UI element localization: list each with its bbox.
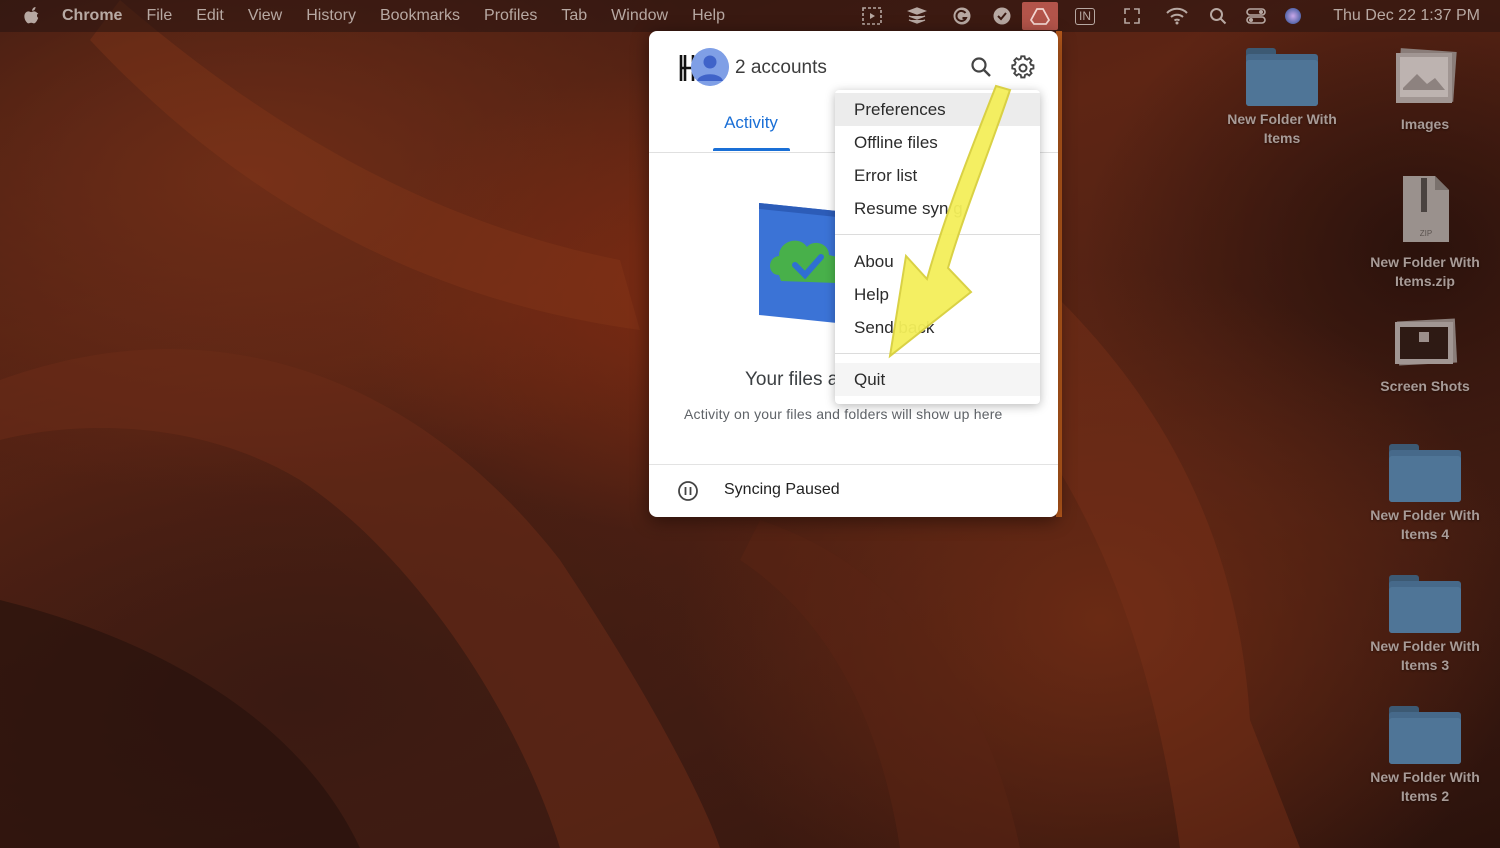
screenshots-stack-icon xyxy=(1395,318,1458,366)
desktop-folder-new-folder-with-items-4[interactable]: New Folder With Items 4 xyxy=(1360,444,1490,544)
desktop-zip-new-folder-with-items[interactable]: ZIP New Folder With Items.zip xyxy=(1360,174,1490,291)
menu-bar: Chrome File Edit View History Bookmarks … xyxy=(0,0,1500,32)
expand-icon[interactable] xyxy=(1120,0,1144,32)
tab-activity-indicator xyxy=(713,148,790,151)
input-source-icon[interactable]: IN xyxy=(1070,0,1100,32)
zip-file-icon: ZIP xyxy=(1403,176,1449,242)
input-source-label: IN xyxy=(1075,7,1095,25)
desktop-icon-label: Screen Shots xyxy=(1380,378,1470,394)
grammarly-icon[interactable] xyxy=(950,0,974,32)
search-icon[interactable] xyxy=(969,55,993,79)
desktop-icon-label: New Folder With Items xyxy=(1227,111,1337,146)
google-drive-icon[interactable] xyxy=(1022,2,1058,30)
folder-icon xyxy=(1389,575,1461,633)
screen-capture-icon[interactable] xyxy=(860,0,884,32)
siri-icon[interactable] xyxy=(1282,0,1304,32)
menu-view[interactable]: View xyxy=(248,7,282,25)
zip-badge: ZIP xyxy=(1420,229,1432,238)
menu-window[interactable]: Window xyxy=(611,7,668,25)
menu-profiles[interactable]: Profiles xyxy=(484,7,537,25)
menu-edit[interactable]: Edit xyxy=(196,7,224,25)
folder-icon xyxy=(1389,444,1461,502)
menubar-clock[interactable]: Thu Dec 22 1:37 PM xyxy=(1333,0,1480,32)
wifi-icon[interactable] xyxy=(1165,0,1189,32)
menu-file[interactable]: File xyxy=(146,7,172,25)
account-avatar-icon[interactable] xyxy=(691,48,729,86)
desktop-folder-new-folder-with-items-3[interactable]: New Folder With Items 3 xyxy=(1360,575,1490,675)
menu-help[interactable]: Help xyxy=(692,7,725,25)
desktop-icon-label: New Folder With Items.zip xyxy=(1370,254,1480,289)
desktop-icon-label: New Folder With Items 3 xyxy=(1370,638,1480,673)
sync-status-text: Syncing Paused xyxy=(724,481,840,498)
menu-history[interactable]: History xyxy=(306,7,356,25)
stack-icon[interactable] xyxy=(905,0,929,32)
yellow-arrow-annotation xyxy=(888,84,1012,359)
desktop-icon-label: Images xyxy=(1400,116,1450,132)
desktop-icon-label: New Folder With Items 4 xyxy=(1370,507,1480,542)
gear-icon[interactable] xyxy=(1010,55,1036,81)
desktop-folder-new-folder-with-items-2[interactable]: New Folder With Items 2 xyxy=(1360,706,1490,806)
accounts-label[interactable]: 2 accounts xyxy=(735,57,827,79)
pause-icon[interactable] xyxy=(677,480,699,502)
tab-activity[interactable]: Activity xyxy=(713,113,789,133)
desktop-icon-label: New Folder With Items 2 xyxy=(1370,769,1480,804)
folder-icon xyxy=(1246,48,1318,106)
checkmark-icon[interactable] xyxy=(990,0,1014,32)
empty-state-title: Your files a xyxy=(745,369,839,390)
folder-icon xyxy=(1389,706,1461,764)
spotlight-search-icon[interactable] xyxy=(1206,0,1230,32)
footer-divider xyxy=(649,464,1058,465)
menu-app-name[interactable]: Chrome xyxy=(62,7,122,25)
desktop-folder-screen-shots[interactable]: Screen Shots xyxy=(1360,318,1490,396)
menu-tab[interactable]: Tab xyxy=(561,7,587,25)
images-stack-icon xyxy=(1396,48,1457,103)
menu-bookmarks[interactable]: Bookmarks xyxy=(380,7,460,25)
apple-logo-icon[interactable] xyxy=(24,7,40,25)
desktop-folder-images[interactable]: Images xyxy=(1360,48,1490,134)
cloud-check-illustration xyxy=(759,203,837,323)
empty-state-subtitle: Activity on your files and folders will … xyxy=(684,406,1003,422)
control-center-icon[interactable] xyxy=(1244,0,1268,32)
desktop-folder-new-folder-with-items[interactable]: New Folder With Items xyxy=(1217,48,1347,148)
